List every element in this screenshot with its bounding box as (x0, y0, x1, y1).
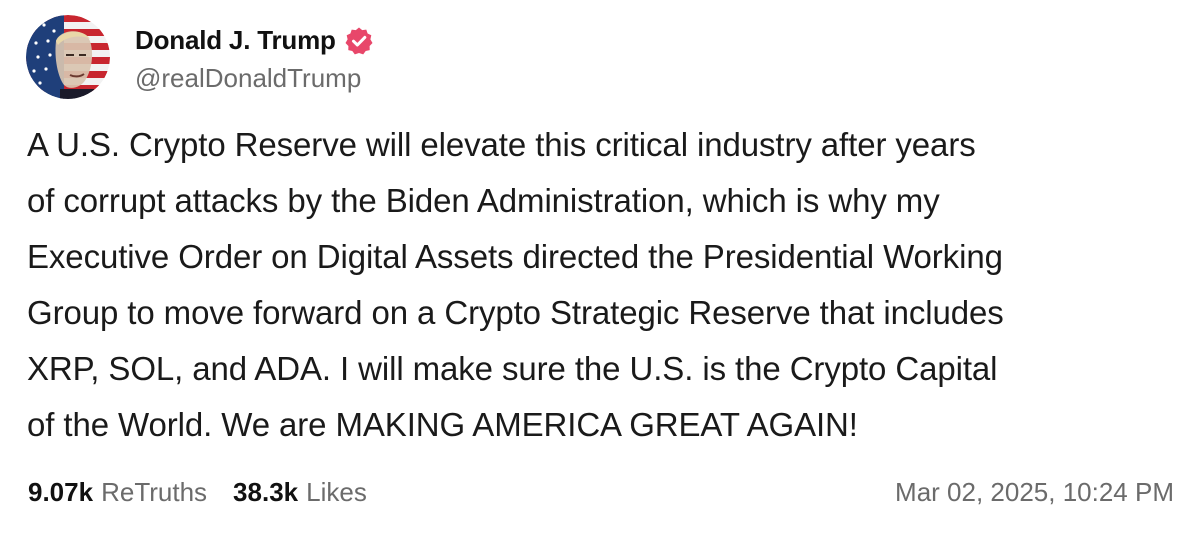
author-name-row: Donald J. Trump (135, 21, 374, 61)
author-info: Donald J. Trump @realDonaldTrump (135, 21, 374, 94)
retruths-label: ReTruths (101, 476, 208, 507)
retruths-stat[interactable]: 9.07k ReTruths (28, 477, 207, 508)
post-body-line: A U.S. Crypto Reserve will elevate this … (27, 126, 976, 163)
post-body-line: Group to move forward on a Crypto Strate… (27, 294, 1004, 331)
post-body: A U.S. Crypto Reserve will elevate this … (27, 117, 1187, 453)
post-body-line: Executive Order on Digital Assets direct… (27, 238, 1003, 275)
post-body-line: of the World. We are MAKING AMERICA GREA… (27, 406, 858, 443)
likes-stat[interactable]: 38.3k Likes (233, 477, 367, 508)
post-header: Donald J. Trump @realDonaldTrump (26, 14, 374, 100)
post-body-line: XRP, SOL, and ADA. I will make sure the … (27, 350, 998, 387)
flag-portrait-avatar-icon (26, 15, 110, 99)
post-footer: 9.07k ReTruths 38.3k Likes Mar 02, 2025,… (28, 470, 1174, 514)
author-handle[interactable]: @realDonaldTrump (135, 63, 374, 94)
retruths-count: 9.07k (28, 476, 94, 507)
truth-post: Donald J. Trump @realDonaldTrump A U.S. … (0, 0, 1202, 542)
likes-label: Likes (306, 476, 367, 507)
likes-count: 38.3k (233, 476, 299, 507)
verified-badge-icon (344, 26, 374, 56)
author-display-name[interactable]: Donald J. Trump (135, 25, 336, 56)
avatar[interactable] (26, 15, 110, 99)
post-timestamp[interactable]: Mar 02, 2025, 10:24 PM (895, 477, 1174, 508)
post-body-line: of corrupt attacks by the Biden Administ… (27, 182, 940, 219)
